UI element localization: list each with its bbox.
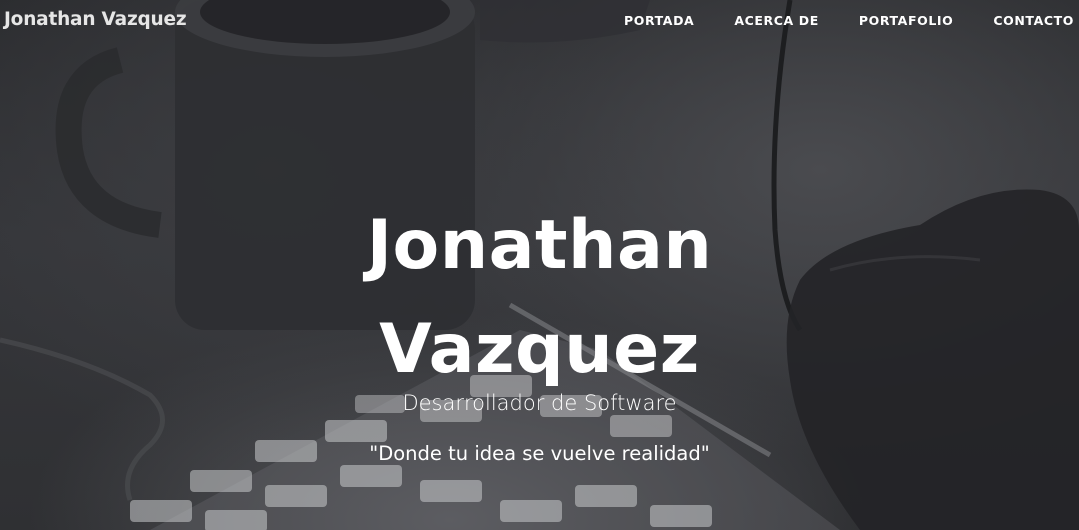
hero-quote: "Donde tu idea se vuelve realidad" [369, 442, 710, 465]
main-navigation: PORTADA ACERCA DE PORTAFOLIO CONTACTO [624, 13, 1074, 28]
nav-link-contacto[interactable]: CONTACTO [993, 13, 1074, 28]
hero-subtitle: Desarrollador de Software [402, 391, 677, 415]
hero-title: Jonathan Vazquez [0, 194, 1079, 402]
brand-logo[interactable]: Jonathan Vazquez [4, 9, 187, 30]
nav-link-acerca-de[interactable]: ACERCA DE [734, 13, 819, 28]
hero-title-last-name: Vazquez [379, 310, 700, 389]
hero-title-first-name: Jonathan [366, 206, 713, 285]
hero-section: Jonathan Vazquez PORTADA ACERCA DE PORTA… [0, 0, 1079, 530]
nav-link-portada[interactable]: PORTADA [624, 13, 694, 28]
nav-link-portafolio[interactable]: PORTAFOLIO [859, 13, 954, 28]
